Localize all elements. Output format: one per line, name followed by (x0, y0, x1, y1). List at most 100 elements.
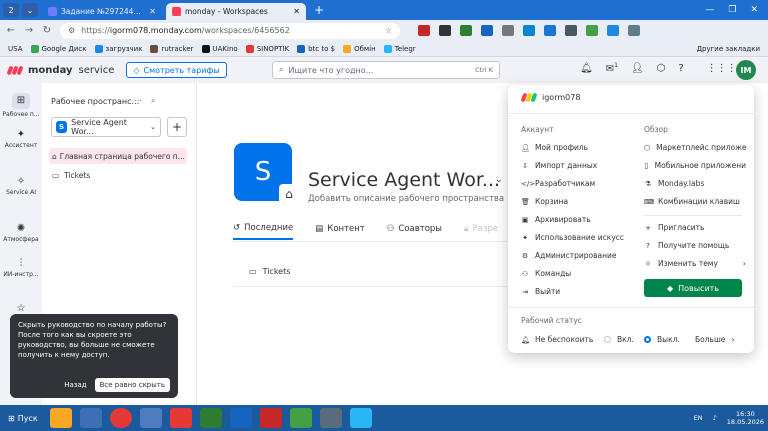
list-item[interactable]: ▭ Tickets (249, 267, 290, 276)
help-icon[interactable]: ? (678, 63, 683, 74)
extension-icon[interactable] (544, 25, 556, 36)
rail-item-assistant[interactable]: ✦ Ассистент (0, 129, 42, 149)
menu-item-help[interactable]: ? Получите помощь (644, 241, 746, 250)
tab-search-button[interactable]: 2 (3, 3, 19, 17)
app-icon[interactable] (199, 408, 222, 428)
extension-icon[interactable] (418, 25, 430, 36)
bookmark-item[interactable]: Telegr (383, 44, 416, 53)
invite-members-icon[interactable]: 👤︎ (631, 63, 644, 74)
menu-item-mobile-app[interactable]: ▯ Мобильное приложени (644, 161, 746, 170)
start-button[interactable]: ⊞ Пуск (4, 414, 42, 423)
bookmark-item[interactable]: USA (8, 45, 23, 53)
extension-icon[interactable] (628, 25, 640, 36)
chevron-down-icon[interactable]: ⌄ (495, 175, 503, 185)
page-title[interactable]: Service Agent Wor... (308, 169, 500, 191)
global-search-input[interactable]: ⌕ Ищите что угодно... Ctrl K (272, 61, 500, 79)
browser-tab-monday[interactable]: monday - Workspaces ✕ (166, 3, 306, 20)
more-icon[interactable]: ⋯ (134, 96, 142, 106)
volume-icon[interactable]: ♪ (713, 414, 717, 422)
bookmark-item[interactable]: btc to $ (297, 44, 335, 53)
forward-icon[interactable]: → (24, 25, 34, 36)
sidebar-item-tickets[interactable]: ▭ Tickets (52, 171, 90, 180)
avatar[interactable]: IM (736, 60, 756, 80)
minimize-icon[interactable]: — (705, 5, 714, 15)
menu-item-ai-usage[interactable]: ✦ Использование искусс (521, 233, 636, 242)
menu-item-archive[interactable]: ▣ Архивировать (521, 215, 636, 224)
tab-list-chevron[interactable]: ⌄ (22, 3, 38, 17)
rail-item-ai-tools[interactable]: ⫶ ИИ-инстр... (0, 258, 42, 278)
menu-item-theme[interactable]: ☼ Изменить тему › (644, 259, 746, 268)
view-plans-button[interactable]: ◇ Смотреть тарифы (126, 62, 227, 78)
menu-item-profile[interactable]: 👤︎ Мой профиль (521, 143, 636, 152)
bookmark-folder[interactable]: Другие закладки (697, 45, 760, 53)
close-window-icon[interactable]: ✕ (750, 5, 758, 15)
workspace-description[interactable]: Добавить описание рабочего пространства (308, 194, 504, 204)
yandex-icon[interactable] (169, 408, 192, 428)
menu-item-import[interactable]: ⇩ Импорт данных (521, 161, 636, 170)
apps-icon[interactable]: ⬡ (657, 63, 666, 74)
rail-item-service-ai[interactable]: ✧ Service AI (0, 176, 42, 196)
browser-tab-task[interactable]: Задание №2972443 - про ✕ (42, 3, 162, 20)
reload-icon[interactable]: ↻ (42, 25, 52, 36)
menu-item-trash[interactable]: 🗑︎ Корзина (521, 197, 636, 206)
grid-icon[interactable]: ⋮⋮⋮ (707, 63, 737, 74)
app-icon[interactable] (229, 408, 252, 428)
upgrade-button[interactable]: ◆ Повысить (644, 279, 742, 297)
inbox-icon[interactable]: ✉1 (606, 62, 618, 74)
new-tab-button[interactable]: + (314, 3, 324, 17)
bookmark-item[interactable]: SINOPTIK (245, 44, 289, 53)
menu-item-invite[interactable]: + Пригласить (644, 223, 746, 232)
bookmark-item[interactable]: Google Диск (30, 44, 87, 53)
app-icon[interactable] (289, 408, 312, 428)
dnd-off-radio[interactable]: Выкл. (644, 335, 680, 344)
search-icon[interactable]: ⌕ (151, 96, 155, 106)
workspace-selector[interactable]: S Service Agent Wor... ⌄ (51, 117, 161, 137)
tab-permissions[interactable]: 🔒︎ Разре (464, 223, 498, 240)
rail-item-atmosphere[interactable]: ✺ Атмосфера (0, 223, 42, 243)
extension-icon[interactable] (523, 25, 535, 36)
url-input[interactable]: ⚙ https://igorm078.monday.com/workspaces… (60, 22, 400, 39)
menu-item-labs[interactable]: ⚗ Monday.labs (644, 179, 746, 188)
workspace-home-item[interactable]: ⌂ Главная страница рабочего п... (49, 148, 187, 164)
menu-item-admin[interactable]: ⚙ Администрирование (521, 251, 636, 260)
dnd-on-radio[interactable]: Вкл. (604, 335, 634, 344)
bookmark-item[interactable]: rutracker (150, 44, 194, 53)
monday-logo[interactable]: monday service (6, 65, 114, 76)
explorer-icon[interactable] (49, 408, 72, 428)
extension-icon[interactable] (565, 25, 577, 36)
tab-collaborators[interactable]: ⚇ Соавторы (387, 223, 442, 240)
telegram-icon[interactable] (349, 408, 372, 428)
app-icon[interactable] (259, 408, 282, 428)
back-icon[interactable]: ← (6, 25, 16, 36)
clock[interactable]: 16:30 18.05.2026 (727, 410, 764, 426)
app-icon[interactable] (79, 408, 102, 428)
menu-item-marketplace[interactable]: ⬡ Маркетплейс приложен (644, 143, 746, 152)
extension-icon[interactable] (481, 25, 493, 36)
close-icon[interactable]: ✕ (293, 7, 300, 16)
app-icon[interactable] (139, 408, 162, 428)
site-info-icon[interactable]: ⚙ (68, 26, 75, 35)
language-indicator[interactable]: EN (694, 414, 703, 422)
extension-icon[interactable] (607, 25, 619, 36)
extension-icon[interactable] (460, 25, 472, 36)
hide-anyway-button[interactable]: Все равно скрыть (94, 378, 170, 392)
menu-item-logout[interactable]: ⇥ Выйти (521, 287, 636, 296)
extension-icon[interactable] (502, 25, 514, 36)
more-status-button[interactable]: Больше › (695, 335, 735, 344)
rail-item-workspace[interactable]: ⊞ Рабочее п... (0, 93, 42, 118)
extension-icon[interactable] (586, 25, 598, 36)
menu-item-teams[interactable]: ⚇ Команды (521, 269, 636, 278)
menu-item-shortcuts[interactable]: ⌨ Комбинации клавиш (644, 197, 746, 206)
add-item-button[interactable]: + (167, 117, 187, 137)
bell-icon[interactable]: 🔔︎ (580, 63, 593, 74)
tab-recent[interactable]: ↺ Последние (233, 223, 294, 240)
tab-content[interactable]: ▤ Контент (315, 223, 365, 240)
maximize-icon[interactable]: ❐ (728, 5, 736, 15)
bookmark-item[interactable]: Обмін (343, 44, 376, 53)
back-button[interactable]: Назад (64, 380, 86, 390)
app-icon[interactable] (319, 408, 342, 428)
menu-item-developers[interactable]: </> Разработчикам (521, 179, 636, 188)
bookmark-star-icon[interactable]: ☆ (385, 26, 392, 35)
extension-icon[interactable] (439, 25, 451, 36)
bookmark-item[interactable]: UAKino (201, 44, 238, 53)
